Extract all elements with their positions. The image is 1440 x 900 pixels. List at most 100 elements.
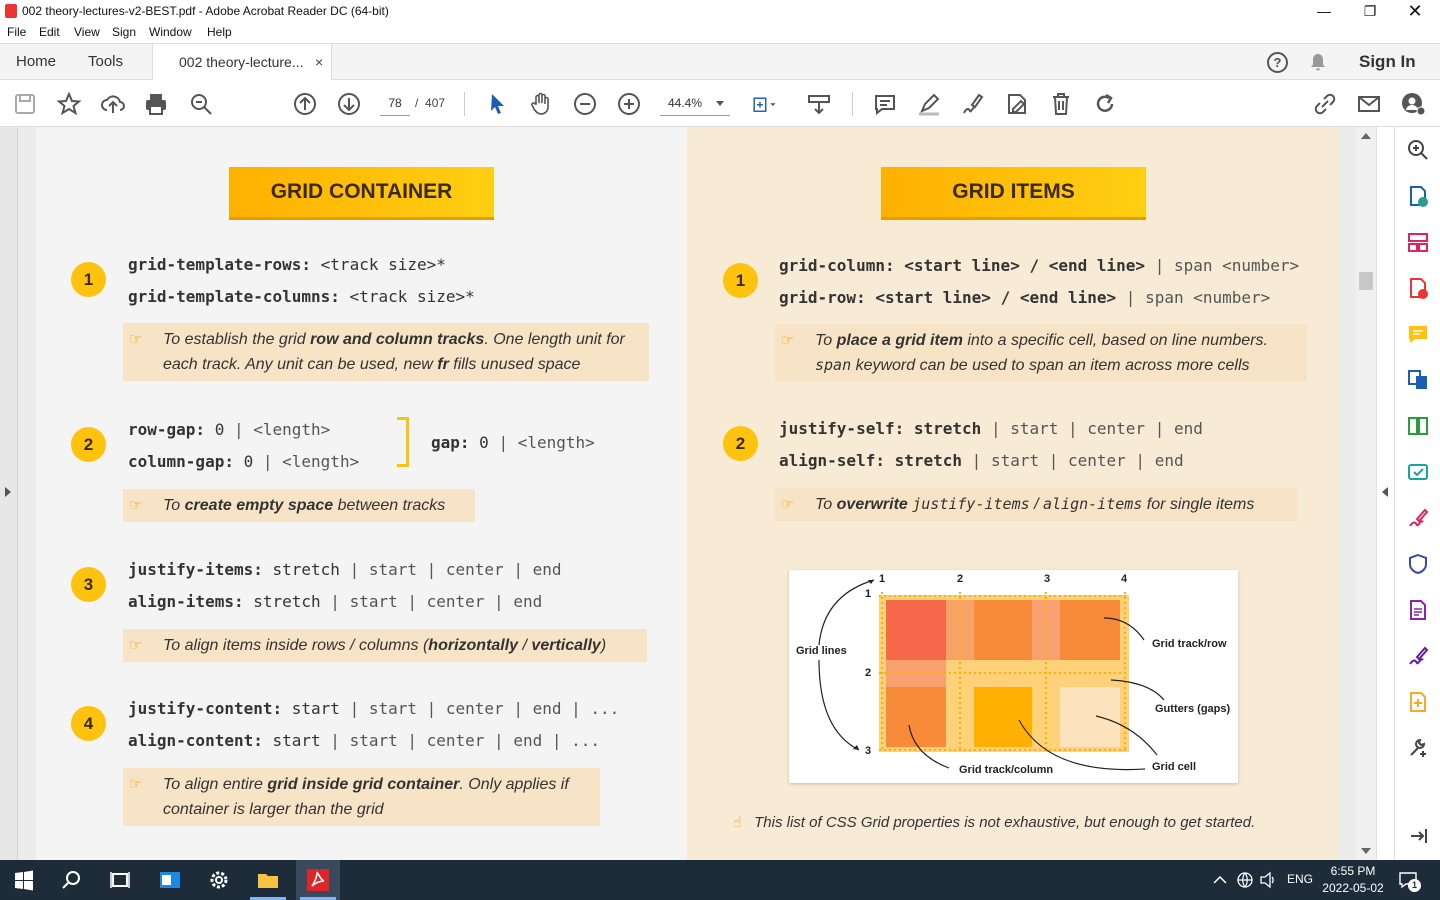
left-panel-toggle[interactable] (0, 127, 18, 860)
chevron-up-icon[interactable] (1210, 868, 1230, 892)
volume-speaker-icon[interactable] (1258, 868, 1278, 892)
delete-trash-icon[interactable] (1048, 91, 1074, 117)
minimize-button[interactable]: — (1301, 0, 1347, 23)
row-line-label: 1 (865, 588, 872, 600)
menu-edit[interactable]: Edit (39, 25, 60, 39)
email-icon[interactable] (1356, 91, 1382, 117)
section-number: 3 (71, 567, 106, 602)
notification-center-icon[interactable]: 1 (1398, 870, 1421, 892)
clock[interactable]: 6:55 PM 2022-05-02 (1318, 863, 1388, 897)
tab-tools[interactable]: Tools (88, 44, 123, 80)
find-zoom-icon[interactable] (188, 91, 214, 117)
page-number-input[interactable]: 78 (380, 92, 410, 116)
tools-pane (1394, 127, 1440, 860)
menu-view[interactable]: View (74, 25, 100, 39)
send-review-icon[interactable] (1407, 691, 1429, 713)
fit-page-icon[interactable] (752, 91, 788, 117)
right-panel-toggle[interactable] (1376, 127, 1394, 860)
organize-pages-icon[interactable] (1407, 231, 1429, 253)
previous-page-icon[interactable] (292, 91, 318, 117)
zoom-level-select[interactable]: 44.4% (660, 92, 730, 116)
pointing-hand-icon: ☞ (129, 637, 143, 654)
menu-file[interactable]: File (7, 25, 26, 39)
menu-help[interactable]: Help (207, 25, 232, 39)
restore-button[interactable]: ❐ (1347, 0, 1393, 23)
create-pdf-icon[interactable] (1407, 277, 1429, 299)
more-tools-icon[interactable] (1407, 737, 1429, 759)
grid-track-column-label: Grid track/column (959, 764, 1054, 776)
protect-shield-icon[interactable] (1407, 553, 1429, 575)
file-explorer-icon[interactable] (256, 868, 280, 892)
pdf-standards-icon[interactable] (1407, 599, 1429, 621)
language-indicator[interactable]: ENG (1287, 872, 1313, 886)
export-pdf-icon[interactable] (1407, 185, 1429, 207)
scan-ocr-icon[interactable] (1407, 461, 1429, 483)
code-line: gap: 0 | <length> (431, 433, 595, 452)
hand-tool-icon[interactable] (528, 91, 554, 117)
menu-window[interactable]: Window (149, 25, 192, 39)
column-line-label: 3 (1044, 573, 1051, 585)
code-line: row-gap: 0 | <length> (128, 420, 331, 439)
clock-time: 6:55 PM (1330, 864, 1376, 878)
next-page-icon[interactable] (336, 91, 362, 117)
request-signature-icon[interactable] (1407, 645, 1429, 667)
grid-diagram-graphic (818, 579, 1165, 771)
section-number: 1 (71, 262, 106, 297)
grid-track-row-label: Grid track/row (1152, 638, 1227, 650)
notifications-bell-icon[interactable] (1310, 53, 1326, 71)
comment-tool-icon[interactable] (1407, 323, 1429, 345)
fill-sign-icon[interactable] (1407, 507, 1429, 529)
rotate-icon[interactable] (1092, 91, 1118, 117)
zoom-in-icon[interactable] (616, 91, 642, 117)
combine-files-icon[interactable] (1407, 369, 1429, 391)
page-total-value: 407 (425, 96, 446, 110)
outlook-icon[interactable] (158, 868, 182, 892)
search-icon[interactable] (60, 868, 84, 892)
page-separator: / (415, 96, 419, 110)
note-box: ☞ To align items inside rows / columns (h… (123, 629, 647, 662)
tab-bar: Home Tools 002 theory-lecture... × ? Sig… (0, 43, 1440, 81)
settings-gear-icon[interactable] (207, 868, 231, 892)
toolbar: 78 / 407 44.4% (0, 80, 1440, 127)
row-line-label: 3 (865, 745, 872, 757)
upload-cloud-icon[interactable] (100, 91, 126, 117)
print-icon[interactable] (143, 91, 169, 117)
comment-icon[interactable] (872, 91, 898, 117)
task-view-icon[interactable] (108, 868, 132, 892)
bookmark-star-icon[interactable] (56, 91, 82, 117)
network-globe-icon[interactable] (1235, 868, 1255, 892)
read-mode-icon[interactable] (806, 91, 832, 117)
compare-files-icon[interactable] (1407, 415, 1429, 437)
select-cursor-icon[interactable] (484, 91, 510, 117)
save-icon[interactable] (12, 91, 38, 117)
tab-home[interactable]: Home (16, 44, 56, 80)
zoom-level-value: 44.4% (668, 96, 703, 110)
pointing-hand-icon: ☞ (781, 332, 795, 349)
scroll-down-icon[interactable] (1361, 848, 1371, 854)
scroll-thumb[interactable] (1359, 272, 1373, 290)
zoom-out-icon[interactable] (572, 91, 598, 117)
acrobat-taskbar-button[interactable] (296, 860, 340, 900)
scroll-up-icon[interactable] (1361, 133, 1371, 139)
expand-left-icon (5, 487, 11, 497)
add-user-icon[interactable] (1400, 91, 1426, 117)
sign-pen-icon[interactable] (960, 91, 986, 117)
menu-sign[interactable]: Sign (112, 25, 136, 39)
vertical-scrollbar[interactable] (1356, 127, 1376, 860)
note-box: ☞ To align entire grid inside grid contai… (123, 768, 600, 826)
menu-bar: File Edit View Sign Window Help (0, 23, 1440, 43)
share-link-icon[interactable] (1312, 91, 1338, 117)
help-icon[interactable]: ? (1267, 52, 1288, 73)
search-zoom-icon[interactable] (1407, 139, 1429, 161)
pointing-hand-icon: ☞ (129, 331, 143, 348)
close-button[interactable]: ✕ (1392, 0, 1438, 23)
tab-document[interactable]: 002 theory-lecture... × (152, 44, 332, 81)
highlight-pen-icon[interactable] (916, 91, 942, 117)
close-tab-icon[interactable]: × (315, 44, 323, 80)
sign-in-button[interactable]: Sign In (1359, 44, 1416, 80)
windows-start-icon[interactable] (12, 868, 36, 892)
collapse-pane-icon[interactable] (1407, 825, 1429, 847)
bracket-decoration (397, 417, 409, 467)
note-box: ☞ To create empty space between tracks (123, 489, 475, 522)
edit-pdf-icon[interactable] (1004, 91, 1030, 117)
